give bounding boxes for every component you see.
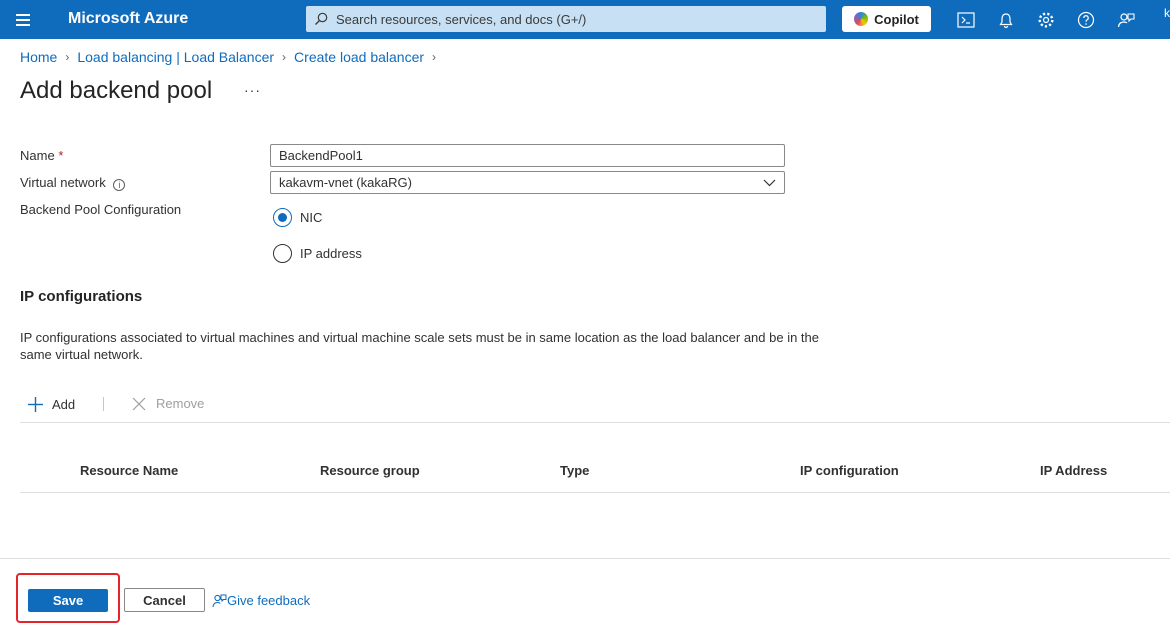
feedback-person-icon[interactable] [1115,9,1137,31]
notifications-bell-icon[interactable] [995,9,1017,31]
table-header-divider [20,492,1170,493]
footer-divider [0,558,1170,559]
add-button[interactable]: Add [27,396,75,413]
info-icon[interactable]: i [113,179,126,191]
feedback-person-icon [212,594,227,608]
radio-ip-address-circle[interactable] [273,244,292,263]
breadcrumb-load-balancing[interactable]: Load balancing | Load Balancer [77,49,274,65]
chevron-right-icon: › [282,50,287,64]
column-header-ip-configuration[interactable]: IP configuration [800,463,899,478]
search-input[interactable] [336,11,806,27]
radio-nic-label: NIC [300,210,323,225]
page-title: Add backend pool [20,77,213,104]
ip-configurations-title: IP configurations [20,288,143,305]
chevron-right-icon: › [65,50,70,64]
virtual-network-label-text: Virtual network [20,175,106,190]
table-top-divider [20,422,1170,423]
name-label: Name * [20,148,63,163]
give-feedback-link[interactable]: Give feedback [212,593,310,608]
chevron-down-icon [763,179,776,186]
radio-nic-circle[interactable] [273,208,292,227]
breadcrumb-home[interactable]: Home [20,49,57,65]
virtual-network-select[interactable]: kakavm-vnet (kakaRG) [270,171,785,194]
column-header-type[interactable]: Type [560,463,589,478]
search-box[interactable] [306,6,826,32]
required-mark: * [58,148,64,163]
column-header-ip-address[interactable]: IP Address [1040,463,1107,478]
add-label: Add [52,397,76,412]
more-options-icon[interactable]: ··· [244,82,261,98]
brand-title[interactable]: Microsoft Azure [68,10,188,28]
name-input[interactable] [270,144,785,167]
column-header-resource-group[interactable]: Resource group [320,463,420,478]
breadcrumb-create-load-balancer[interactable]: Create load balancer [294,49,424,65]
command-separator [103,397,104,411]
user-avatar-initial[interactable]: k [1164,6,1170,20]
name-label-text: Name [20,148,55,163]
save-button[interactable]: Save [28,589,108,612]
copilot-icon [854,12,869,26]
copilot-button[interactable]: Copilot [842,6,931,32]
virtual-network-label: Virtual network i [20,175,126,191]
cloud-shell-icon[interactable] [955,9,977,31]
close-icon [132,397,146,410]
chevron-right-icon: › [432,50,437,64]
column-header-resource-name[interactable]: Resource Name [80,463,178,478]
remove-label: Remove [156,396,205,411]
cancel-button[interactable]: Cancel [124,588,205,612]
copilot-label: Copilot [874,11,919,27]
search-icon [315,12,328,25]
breadcrumb: Home › Load balancing | Load Balancer › … [20,49,444,65]
settings-gear-icon[interactable] [1035,9,1057,31]
radio-ip-address[interactable]: IP address [273,244,362,263]
radio-ip-address-label: IP address [300,246,362,261]
ip-configurations-description: IP configurations associated to virtual … [20,330,819,362]
top-bar: Microsoft Azure Copilot k [0,0,1170,39]
plus-icon [28,397,43,412]
menu-icon[interactable] [14,11,34,29]
help-icon[interactable] [1075,9,1097,31]
radio-nic[interactable]: NIC [273,208,322,227]
give-feedback-label: Give feedback [227,593,311,608]
backend-pool-config-label: Backend Pool Configuration [20,202,182,217]
remove-button[interactable]: Remove [132,396,204,411]
virtual-network-value: kakavm-vnet (kakaRG) [279,175,412,190]
